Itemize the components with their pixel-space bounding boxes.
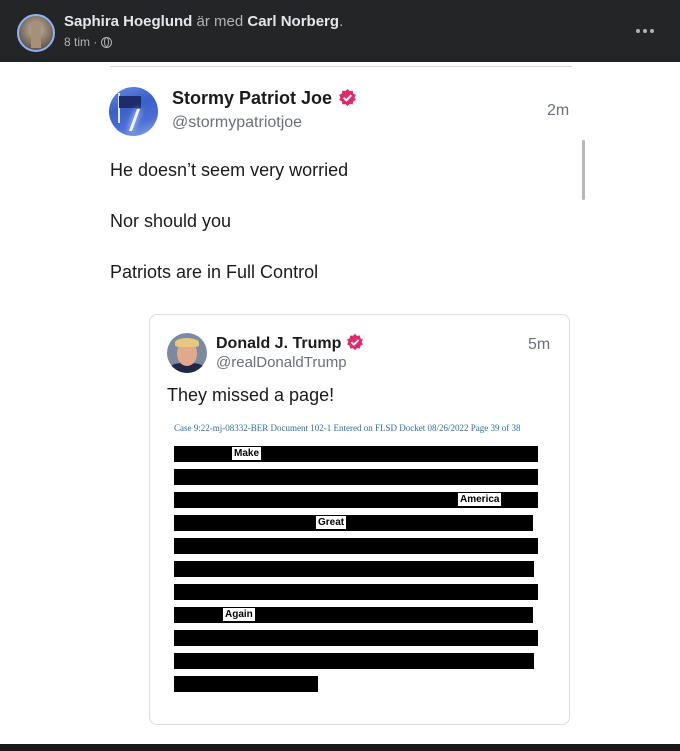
redaction-bar xyxy=(174,469,538,485)
facebook-post-header: Saphira Hoeglund är med Carl Norberg. 8 … xyxy=(0,0,680,62)
tweet-author-name-text: Stormy Patriot Joe xyxy=(172,88,333,108)
quoted-author-avatar xyxy=(167,333,207,373)
tweet-line-1: He doesn’t seem very worried xyxy=(110,160,349,180)
with-text: är med xyxy=(192,13,248,30)
redaction-bar xyxy=(174,653,534,669)
title-period: . xyxy=(339,13,344,30)
redaction-bar xyxy=(174,630,538,646)
redaction-word-america: America xyxy=(458,493,502,506)
quoted-tweet-time: 5m xyxy=(528,336,551,353)
redaction-bar xyxy=(174,515,533,531)
bottom-divider xyxy=(0,744,680,751)
tweet-line-3: Patriots are in Full Control xyxy=(110,262,319,282)
redaction-bar xyxy=(174,676,318,692)
quoted-tweet-text: They missed a page! xyxy=(167,385,335,405)
globe-icon[interactable] xyxy=(101,36,113,48)
redaction-word-again: Again xyxy=(223,608,255,621)
tweet-author-handle: @stormypatriotjoe xyxy=(172,114,303,131)
divider xyxy=(110,66,572,67)
tweet-line-2: Nor should you xyxy=(110,211,232,231)
quoted-author-name: Donald J. Trump xyxy=(216,333,364,353)
redaction-word-make: Make xyxy=(232,447,262,460)
tagged-name[interactable]: Carl Norberg xyxy=(247,13,339,30)
redaction-bar xyxy=(174,561,534,577)
redaction-word-great: Great xyxy=(316,516,347,529)
document-header: Case 9:22-mj-08332-BER Document 102-1 En… xyxy=(174,423,521,433)
post-time[interactable]: 8 tim · xyxy=(64,35,97,49)
post-meta: 8 tim · xyxy=(64,35,113,49)
tweet-author-avatar xyxy=(109,87,158,136)
redaction-bar xyxy=(174,446,538,462)
tweet-author-name: Stormy Patriot Joe xyxy=(172,88,357,109)
verified-badge-icon xyxy=(346,333,364,351)
redaction-bar xyxy=(174,584,538,600)
author-avatar[interactable] xyxy=(17,14,55,52)
post-image[interactable]: Stormy Patriot Joe @stormypatriotjoe 2m … xyxy=(0,62,680,744)
quoted-tweet-card: Donald J. Trump @realDonaldTrump 5m They… xyxy=(149,314,570,725)
more-options-icon[interactable] xyxy=(630,18,660,44)
quoted-author-handle: @realDonaldTrump xyxy=(216,354,347,371)
quoted-author-name-text: Donald J. Trump xyxy=(216,335,342,352)
post-title: Saphira Hoeglund är med Carl Norberg. xyxy=(64,13,343,30)
redaction-bar xyxy=(174,538,538,554)
author-name[interactable]: Saphira Hoeglund xyxy=(64,13,192,30)
scrollbar-thumb xyxy=(582,140,585,200)
verified-badge-icon xyxy=(338,88,357,107)
tweet-time: 2m xyxy=(547,102,570,119)
